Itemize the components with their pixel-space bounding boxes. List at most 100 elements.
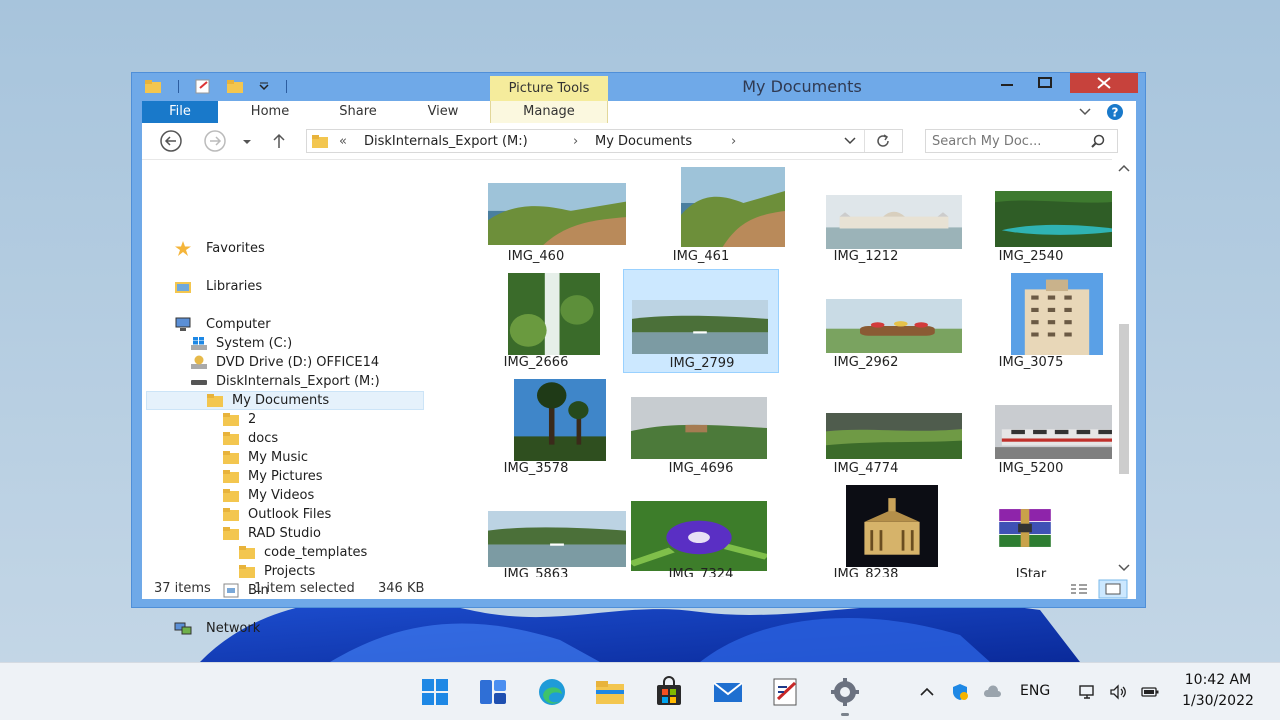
back-button[interactable] [160,130,182,152]
file-item[interactable]: IMG_460 [458,163,626,267]
minimize-button[interactable] [990,73,1024,93]
forward-button[interactable] [204,130,226,152]
file-explorer-icon[interactable] [593,675,627,709]
mail-icon[interactable] [711,675,745,709]
file-item[interactable]: IMG_2540 [953,163,1112,267]
active-app-indicator [841,713,849,716]
chevron-down-icon[interactable] [258,79,270,94]
image-thumbnail [826,195,962,249]
breadcrumb-drive[interactable]: DiskInternals_Export (M:) [364,134,528,149]
image-thumbnail [632,300,768,354]
edge-icon[interactable] [535,675,569,709]
file-name: IMG_2962 [833,355,899,370]
file-item[interactable]: IMG_2799 [623,269,779,373]
title-bar: Picture Tools My Documents [132,73,1145,101]
file-name: IMG_3578 [503,461,569,476]
expand-ribbon-icon[interactable] [1078,107,1092,117]
file-name: IMG_5200 [998,461,1064,476]
up-button[interactable] [268,130,290,152]
tree-label: Libraries [206,279,263,294]
new-folder-icon[interactable] [226,79,244,94]
tree-label: Network [206,621,261,636]
file-item[interactable]: IMG_461 [623,163,785,267]
tree-label: DiskInternals_Export (M:) [216,374,380,389]
dvd-drive-icon [191,355,207,369]
scroll-up-icon[interactable] [1117,163,1131,173]
properties-icon[interactable] [194,79,212,94]
explorer-window: Picture Tools My Documents File Home Sha… [131,72,1146,636]
security-shield-icon[interactable] [950,682,970,702]
close-button[interactable] [1070,73,1138,93]
file-item[interactable]: IMG_3075 [953,269,1109,373]
scrollbar-thumb[interactable] [1119,324,1129,474]
file-item[interactable]: JStar [953,481,1109,577]
chevron-down-icon[interactable] [843,136,857,146]
search-icon[interactable] [1090,133,1106,149]
tab-home[interactable]: Home [234,101,306,123]
file-item[interactable]: IMG_5863 [458,481,626,577]
file-item[interactable]: IMG_3578 [458,375,614,479]
breadcrumb-separator[interactable]: › [731,134,736,149]
scroll-down-icon[interactable] [1117,563,1131,573]
tree-label: My Pictures [248,469,323,484]
search-input[interactable] [932,133,1082,149]
maximize-button[interactable] [1028,73,1062,93]
image-thumbnail [631,397,767,459]
windows-drive-icon [191,337,207,350]
store-icon[interactable] [652,675,686,709]
image-thumbnail [826,413,962,459]
editor-icon[interactable] [769,675,803,709]
tree-label: 2 [248,412,257,427]
details-view-icon[interactable] [1068,580,1090,598]
battery-icon[interactable] [1140,682,1160,702]
file-item[interactable]: IMG_8238 [788,481,944,577]
libraries-icon [175,282,191,293]
breadcrumb-overflow[interactable]: « [339,134,347,149]
tab-share[interactable]: Share [320,101,396,123]
file-name: IMG_2540 [998,249,1064,264]
help-icon[interactable]: ? [1106,103,1124,121]
network-icon [174,622,192,635]
picture-tools-contextual-tab: Picture Tools [490,76,608,101]
tree-label: System (C:) [216,336,293,351]
drive-icon [191,380,207,385]
onedrive-cloud-icon[interactable] [982,682,1002,702]
file-name: IMG_1212 [833,249,899,264]
address-bar[interactable]: « DiskInternals_Export (M:) › My Documen… [306,129,903,153]
recent-locations-icon[interactable] [240,130,254,152]
file-item[interactable]: IMG_4696 [623,375,779,479]
item-count: 37 items [154,581,211,596]
clock-date[interactable]: 1/30/2022 [1170,693,1266,709]
large-icons-view-icon[interactable] [1098,579,1128,599]
file-item[interactable]: IMG_2962 [788,269,962,373]
tab-manage[interactable]: Manage [490,101,608,123]
chevron-up-icon[interactable] [917,682,937,702]
folder-icon [223,508,239,521]
network-icon[interactable] [1078,682,1098,702]
file-item[interactable]: IMG_2666 [458,269,614,373]
volume-icon[interactable] [1108,682,1128,702]
tab-view[interactable]: View [408,101,478,123]
svg-text:?: ? [1112,106,1119,120]
tree-label: docs [248,431,279,446]
refresh-icon[interactable] [875,133,891,149]
tab-file[interactable]: File [142,101,218,123]
breadcrumb-folder[interactable]: My Documents [595,134,692,149]
vertical-scrollbar[interactable] [1112,159,1136,577]
search-box[interactable] [925,129,1118,153]
clock-time[interactable]: 10:42 AM [1170,672,1266,688]
file-item[interactable]: IMG_7324 [623,481,779,577]
file-name: IMG_3075 [998,355,1064,370]
breadcrumb-separator[interactable]: › [573,134,578,149]
file-item[interactable]: IMG_4774 [788,375,962,479]
settings-icon[interactable] [828,675,862,709]
folder-icon [239,546,255,559]
file-item[interactable]: IMG_1212 [788,163,962,267]
language-indicator[interactable]: ENG [1020,683,1050,699]
image-thumbnail [1011,273,1103,355]
start-icon[interactable] [418,675,452,709]
window-title: My Documents [742,77,862,96]
file-item[interactable]: IMG_5200 [953,375,1112,479]
tree-label: Outlook Files [248,507,332,522]
widgets-icon[interactable] [476,675,510,709]
